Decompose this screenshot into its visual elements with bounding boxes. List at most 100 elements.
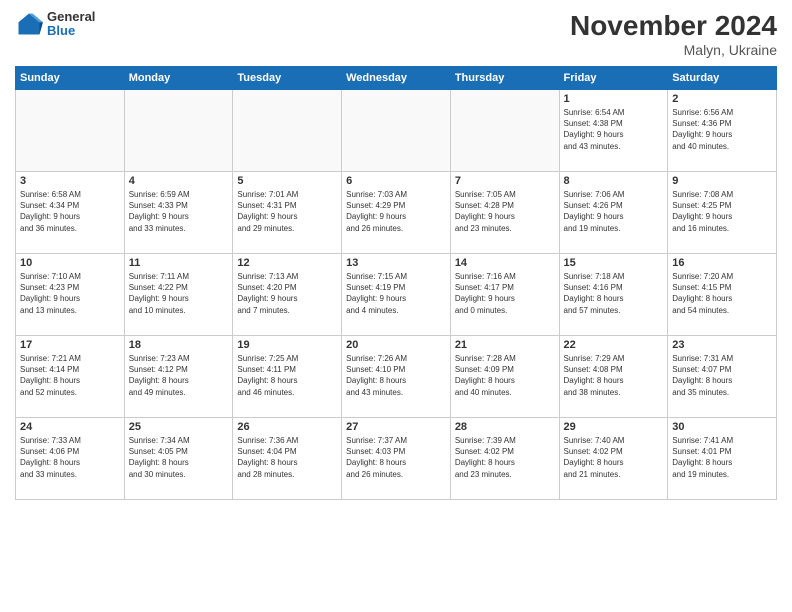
day-info: Sunrise: 7:03 AM Sunset: 4:29 PM Dayligh… <box>346 189 446 234</box>
day-number: 27 <box>346 421 446 433</box>
title-area: November 2024 Malyn, Ukraine <box>570 10 777 58</box>
day-info: Sunrise: 7:34 AM Sunset: 4:05 PM Dayligh… <box>129 435 229 480</box>
day-info: Sunrise: 7:11 AM Sunset: 4:22 PM Dayligh… <box>129 271 229 316</box>
day-number: 23 <box>672 339 772 351</box>
calendar-cell: 1 Sunrise: 6:54 AM Sunset: 4:38 PM Daylig… <box>559 90 668 172</box>
calendar-cell: 20 Sunrise: 7:26 AM Sunset: 4:10 PM Dayli… <box>342 336 451 418</box>
day-number: 20 <box>346 339 446 351</box>
logo-icon <box>15 10 43 38</box>
calendar-cell: 5 Sunrise: 7:01 AM Sunset: 4:31 PM Daylig… <box>233 172 342 254</box>
day-number: 17 <box>20 339 120 351</box>
day-info: Sunrise: 6:54 AM Sunset: 4:38 PM Dayligh… <box>564 107 664 152</box>
calendar-cell: 22Sunrise: 7:29 AM Sunset: 4:08 PM Dayli… <box>559 336 668 418</box>
day-info: Sunrise: 7:40 AM Sunset: 4:02 PM Dayligh… <box>564 435 664 480</box>
day-info: Sunrise: 7:13 AM Sunset: 4:20 PM Dayligh… <box>237 271 337 316</box>
day-number: 9 <box>672 175 772 187</box>
calendar-cell: 26Sunrise: 7:36 AM Sunset: 4:04 PM Dayli… <box>233 418 342 500</box>
day-info: Sunrise: 6:59 AM Sunset: 4:33 PM Dayligh… <box>129 189 229 234</box>
day-number: 13 <box>346 257 446 269</box>
day-number: 3 <box>20 175 120 187</box>
calendar-cell: 28 Sunrise: 7:39 AM Sunset: 4:02 PM Dayli… <box>450 418 559 500</box>
page: General Blue November 2024 Malyn, Ukrain… <box>0 0 792 612</box>
day-info: Sunrise: 7:10 AM Sunset: 4:23 PM Dayligh… <box>20 271 120 316</box>
day-number: 2 <box>672 93 772 105</box>
day-info: Sunrise: 7:21 AM Sunset: 4:14 PM Dayligh… <box>20 353 120 398</box>
calendar-cell: 8 Sunrise: 7:06 AM Sunset: 4:26 PM Daylig… <box>559 172 668 254</box>
logo-general: General <box>47 10 95 24</box>
calendar-cell: 16 Sunrise: 7:20 AM Sunset: 4:15 PM Dayli… <box>668 254 777 336</box>
day-number: 8 <box>564 175 664 187</box>
day-number: 21 <box>455 339 555 351</box>
calendar-cell: 12 Sunrise: 7:13 AM Sunset: 4:20 PM Dayli… <box>233 254 342 336</box>
day-number: 12 <box>237 257 337 269</box>
calendar-cell: 21 Sunrise: 7:28 AM Sunset: 4:09 PM Dayli… <box>450 336 559 418</box>
calendar-cell: 11 Sunrise: 7:11 AM Sunset: 4:22 PM Dayli… <box>124 254 233 336</box>
calendar-header-row: SundayMondayTuesdayWednesdayThursdayFrid… <box>16 67 777 90</box>
day-info: Sunrise: 7:05 AM Sunset: 4:28 PM Dayligh… <box>455 189 555 234</box>
day-number: 24 <box>20 421 120 433</box>
col-header-thursday: Thursday <box>450 67 559 90</box>
day-info: Sunrise: 7:20 AM Sunset: 4:15 PM Dayligh… <box>672 271 772 316</box>
calendar-cell: 15Sunrise: 7:18 AM Sunset: 4:16 PM Dayli… <box>559 254 668 336</box>
col-header-monday: Monday <box>124 67 233 90</box>
calendar-cell <box>450 90 559 172</box>
day-number: 7 <box>455 175 555 187</box>
day-info: Sunrise: 7:39 AM Sunset: 4:02 PM Dayligh… <box>455 435 555 480</box>
col-header-friday: Friday <box>559 67 668 90</box>
calendar-week-2: 3 Sunrise: 6:58 AM Sunset: 4:34 PM Daylig… <box>16 172 777 254</box>
calendar-cell: 17 Sunrise: 7:21 AM Sunset: 4:14 PM Dayli… <box>16 336 125 418</box>
day-info: Sunrise: 7:15 AM Sunset: 4:19 PM Dayligh… <box>346 271 446 316</box>
col-header-tuesday: Tuesday <box>233 67 342 90</box>
calendar-table: SundayMondayTuesdayWednesdayThursdayFrid… <box>15 66 777 500</box>
calendar-cell: 7 Sunrise: 7:05 AM Sunset: 4:28 PM Daylig… <box>450 172 559 254</box>
day-number: 6 <box>346 175 446 187</box>
day-info: Sunrise: 7:28 AM Sunset: 4:09 PM Dayligh… <box>455 353 555 398</box>
calendar-cell: 2Sunrise: 6:56 AM Sunset: 4:36 PM Daylig… <box>668 90 777 172</box>
calendar-cell <box>124 90 233 172</box>
day-number: 30 <box>672 421 772 433</box>
day-number: 10 <box>20 257 120 269</box>
day-info: Sunrise: 7:01 AM Sunset: 4:31 PM Dayligh… <box>237 189 337 234</box>
calendar-cell: 9 Sunrise: 7:08 AM Sunset: 4:25 PM Daylig… <box>668 172 777 254</box>
calendar-cell: 10 Sunrise: 7:10 AM Sunset: 4:23 PM Dayli… <box>16 254 125 336</box>
calendar-cell: 24 Sunrise: 7:33 AM Sunset: 4:06 PM Dayli… <box>16 418 125 500</box>
day-info: Sunrise: 7:16 AM Sunset: 4:17 PM Dayligh… <box>455 271 555 316</box>
day-number: 25 <box>129 421 229 433</box>
calendar-cell <box>16 90 125 172</box>
day-number: 1 <box>564 93 664 105</box>
calendar-week-4: 17 Sunrise: 7:21 AM Sunset: 4:14 PM Dayli… <box>16 336 777 418</box>
day-info: Sunrise: 6:58 AM Sunset: 4:34 PM Dayligh… <box>20 189 120 234</box>
main-title: November 2024 <box>570 10 777 42</box>
day-number: 16 <box>672 257 772 269</box>
calendar-cell: 23 Sunrise: 7:31 AM Sunset: 4:07 PM Dayli… <box>668 336 777 418</box>
day-number: 29 <box>564 421 664 433</box>
calendar-cell: 29 Sunrise: 7:40 AM Sunset: 4:02 PM Dayli… <box>559 418 668 500</box>
col-header-sunday: Sunday <box>16 67 125 90</box>
logo-blue: Blue <box>47 24 95 38</box>
day-number: 28 <box>455 421 555 433</box>
day-number: 26 <box>237 421 337 433</box>
calendar-cell: 4Sunrise: 6:59 AM Sunset: 4:33 PM Daylig… <box>124 172 233 254</box>
day-info: Sunrise: 7:31 AM Sunset: 4:07 PM Dayligh… <box>672 353 772 398</box>
day-number: 15 <box>564 257 664 269</box>
calendar-cell: 27Sunrise: 7:37 AM Sunset: 4:03 PM Dayli… <box>342 418 451 500</box>
day-info: Sunrise: 7:08 AM Sunset: 4:25 PM Dayligh… <box>672 189 772 234</box>
day-number: 14 <box>455 257 555 269</box>
calendar-cell: 25 Sunrise: 7:34 AM Sunset: 4:05 PM Dayli… <box>124 418 233 500</box>
day-number: 11 <box>129 257 229 269</box>
day-info: Sunrise: 7:33 AM Sunset: 4:06 PM Dayligh… <box>20 435 120 480</box>
calendar-cell: 18Sunrise: 7:23 AM Sunset: 4:12 PM Dayli… <box>124 336 233 418</box>
calendar-cell: 19Sunrise: 7:25 AM Sunset: 4:11 PM Dayli… <box>233 336 342 418</box>
logo: General Blue <box>15 10 95 39</box>
calendar-cell: 3 Sunrise: 6:58 AM Sunset: 4:34 PM Daylig… <box>16 172 125 254</box>
day-number: 5 <box>237 175 337 187</box>
calendar-cell: 6 Sunrise: 7:03 AM Sunset: 4:29 PM Daylig… <box>342 172 451 254</box>
header: General Blue November 2024 Malyn, Ukrain… <box>15 10 777 58</box>
logo-text: General Blue <box>47 10 95 39</box>
day-info: Sunrise: 7:25 AM Sunset: 4:11 PM Dayligh… <box>237 353 337 398</box>
calendar-cell <box>342 90 451 172</box>
calendar-cell: 14 Sunrise: 7:16 AM Sunset: 4:17 PM Dayli… <box>450 254 559 336</box>
day-info: Sunrise: 7:26 AM Sunset: 4:10 PM Dayligh… <box>346 353 446 398</box>
day-info: Sunrise: 7:06 AM Sunset: 4:26 PM Dayligh… <box>564 189 664 234</box>
col-header-saturday: Saturday <box>668 67 777 90</box>
